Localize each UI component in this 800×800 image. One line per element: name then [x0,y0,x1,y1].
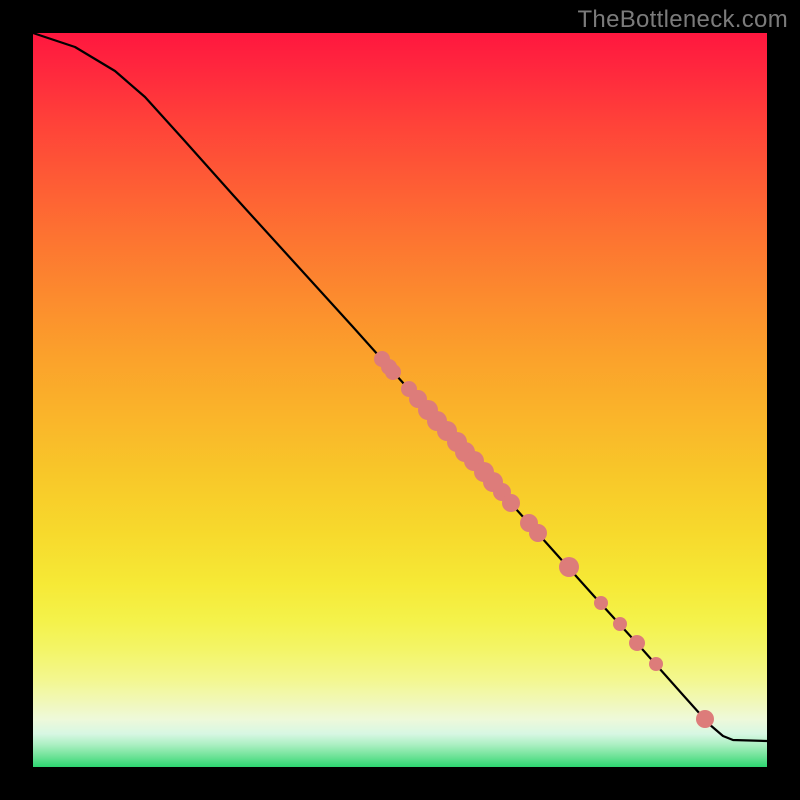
data-marker [594,596,608,610]
data-marker [529,524,547,542]
plot-area [33,33,767,767]
chart-stage: TheBottleneck.com [0,0,800,800]
chart-svg [33,33,767,767]
data-marker [385,364,401,380]
data-marker [629,635,645,651]
data-marker [559,557,579,577]
data-marker [696,710,714,728]
data-marker [502,494,520,512]
data-marker [613,617,627,631]
watermark-text: TheBottleneck.com [577,6,788,34]
curve-line [33,33,767,741]
data-marker [649,657,663,671]
